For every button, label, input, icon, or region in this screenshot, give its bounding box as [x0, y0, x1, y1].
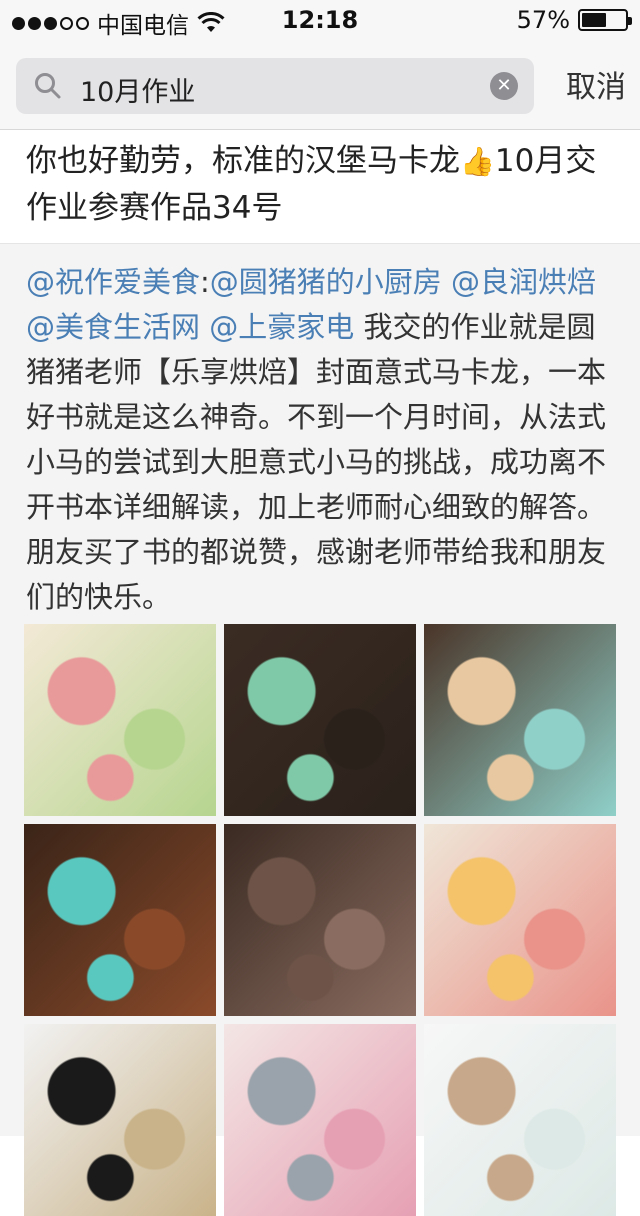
post-body-text: 我交的作业就是圆猪猪老师【乐享烘焙】封面意式马卡龙，一本好书就是这么神奇。不到一…: [26, 310, 607, 614]
search-query[interactable]: 10月作业: [80, 70, 195, 109]
battery-icon: [578, 9, 632, 31]
battery-cap: [628, 17, 632, 25]
battery-fill: [582, 13, 606, 27]
photo-chocolate-shells[interactable]: [224, 824, 416, 1016]
search-bar: 10月作业 ✕ 取消: [0, 40, 640, 130]
title-text-start: 你也好勤劳，标准的汉堡马卡龙: [26, 143, 460, 179]
status-bar: 中国电信 12:18 57%: [0, 0, 640, 40]
photo-green-macarons-tray[interactable]: [224, 624, 416, 816]
mention-separator: :: [200, 265, 210, 299]
thumbs-up-icon: 👍: [460, 145, 495, 178]
clear-icon[interactable]: ✕: [490, 72, 518, 100]
post-text: @祝作爱美食:@圆猪猪的小厨房 @良润烘焙 @美食生活网 @上豪家电 我交的作业…: [26, 260, 622, 620]
mention-link[interactable]: @祝作爱美食: [26, 265, 200, 299]
cancel-button[interactable]: 取消: [566, 62, 626, 106]
photo-book-cover[interactable]: [24, 624, 216, 816]
mention-link[interactable]: @美食生活网: [26, 310, 200, 344]
mention-separator: [442, 265, 451, 299]
post-body-area: @祝作爱美食:@圆猪猪的小厨房 @良润烘焙 @美食生活网 @上豪家电 我交的作业…: [0, 244, 640, 1216]
mention-link[interactable]: @良润烘焙: [451, 265, 596, 299]
search-input[interactable]: 10月作业 ✕: [16, 58, 534, 114]
battery-percent: 57%: [516, 6, 570, 34]
post-title[interactable]: 你也好勤劳，标准的汉堡马卡龙👍10月交作业参赛作品34号: [26, 138, 622, 232]
photo-bread-flour-logo[interactable]: [24, 1024, 216, 1216]
photo-stand-mixer-ad[interactable]: [224, 1024, 416, 1216]
status-right: 57%: [516, 6, 632, 34]
photo-blue-macarons-wood[interactable]: [24, 824, 216, 1016]
mention-separator: [200, 310, 209, 344]
search-icon: [35, 73, 61, 99]
post-title-block: 你也好勤劳，标准的汉堡马卡龙👍10月交作业参赛作品34号: [0, 132, 640, 244]
mention-link[interactable]: @圆猪猪的小厨房: [210, 265, 442, 299]
mention-link[interactable]: @上豪家电: [209, 310, 354, 344]
photo-scattered-macarons[interactable]: [424, 624, 616, 816]
photo-collage-thumbnails[interactable]: [424, 1024, 616, 1216]
photo-book-page-macarons[interactable]: [424, 824, 616, 1016]
